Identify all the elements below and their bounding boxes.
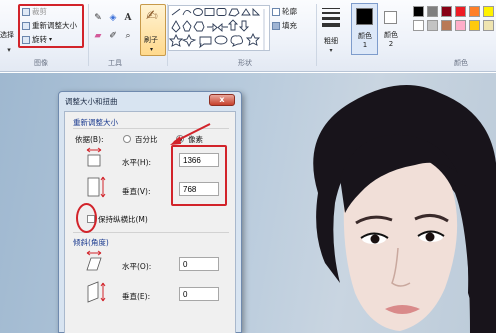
brush-icon: ✍ [146, 8, 158, 24]
percent-radio[interactable] [123, 135, 131, 143]
palette-swatch[interactable] [483, 6, 494, 17]
pentagon-shape-icon [182, 20, 192, 32]
color2-button[interactable]: 颜色 2 [381, 3, 404, 55]
palette-swatch[interactable] [427, 20, 438, 31]
skew-vertical-icon [87, 281, 106, 303]
color2-swatch [384, 11, 397, 24]
rounded-rectangle-shape-icon [216, 8, 227, 16]
skew-vertical-input[interactable] [179, 287, 219, 301]
resize-section-title: 重新调整大小 [73, 118, 118, 127]
outline-button[interactable]: 轮廓 [272, 6, 297, 17]
skew-vertical-label: 垂直(E): [122, 292, 151, 301]
palette-swatch[interactable] [483, 20, 494, 31]
arrow-right-shape-icon [207, 23, 218, 32]
skew-horizontal-icon [86, 250, 102, 271]
arrow-left-shape-icon [217, 23, 228, 32]
arrow-up-shape-icon [227, 19, 239, 31]
divider [73, 232, 229, 233]
color1-swatch [356, 8, 373, 25]
ribbon: 选择 ▾ 裁剪 重新调整大小 旋转 ▾ 图像 ✎ ◈ A ▰ ✐ ⌕ 工具 ✍ … [0, 0, 496, 72]
checkbox-highlight-circle [76, 203, 97, 233]
tools-group-label: 工具 [108, 59, 122, 67]
color1-button[interactable]: 颜色 1 [351, 3, 378, 55]
text-icon[interactable]: A [122, 12, 134, 24]
diamond-shape-icon [171, 20, 181, 33]
curve-shape-icon [182, 10, 192, 16]
shapes-group-label: 形状 [238, 59, 252, 67]
horizontal-resize-icon [86, 147, 102, 167]
star-five-shape-icon [245, 32, 261, 46]
fill-bucket-icon[interactable]: ◈ [107, 12, 119, 24]
callout-oval-shape-icon [214, 35, 228, 45]
fill-icon [272, 21, 280, 30]
divider [88, 4, 89, 66]
right-triangle-shape-icon [252, 7, 261, 16]
chevron-down-icon[interactable]: ▾ [3, 44, 15, 56]
brush-button[interactable]: ✍ 刷子 ▾ [140, 4, 166, 56]
star-four-shape-icon [181, 33, 197, 48]
palette-swatch[interactable] [469, 20, 480, 31]
shapes-icons[interactable] [168, 6, 271, 52]
eraser-icon[interactable]: ▰ [92, 30, 104, 42]
image-group-label: 图像 [34, 59, 48, 67]
chevron-down-icon: ▾ [150, 46, 154, 53]
palette-swatch[interactable] [427, 6, 438, 17]
keep-ratio-label: 保持纵横比(M) [98, 215, 148, 224]
color2-label: 颜色 2 [384, 31, 398, 48]
callout-cloud-shape-icon [230, 35, 243, 47]
palette-swatch[interactable] [441, 20, 452, 31]
palette-swatch[interactable] [413, 20, 424, 31]
fill-button[interactable]: 填充 [272, 20, 297, 31]
resize-highlight-box [18, 4, 84, 48]
polygon-shape-icon [228, 8, 240, 17]
pencil-icon[interactable]: ✎ [92, 12, 104, 24]
callout-rect-shape-icon [199, 36, 212, 49]
triangle-shape-icon [241, 8, 251, 16]
hexagon-shape-icon [193, 21, 205, 32]
color1-label: 颜色 1 [358, 32, 372, 49]
rectangle-shape-icon [204, 8, 215, 16]
shapes-gallery[interactable] [168, 5, 270, 51]
select-button-label[interactable]: 选择 [0, 30, 14, 40]
brush-label: 刷子 [144, 36, 158, 44]
chevron-down-icon[interactable]: ▾ [325, 45, 337, 57]
close-button[interactable]: x [209, 94, 235, 106]
line-shape-icon [171, 8, 181, 16]
skew-horizontal-input[interactable] [179, 257, 219, 271]
dialog-title: 调整大小和扭曲 [65, 97, 118, 106]
oval-shape-icon [193, 8, 203, 16]
star-shape-icon [168, 33, 184, 47]
divider [316, 4, 317, 66]
outline-icon [272, 7, 280, 16]
arrow-down-shape-icon [238, 20, 250, 32]
close-icon: x [219, 95, 225, 104]
color-picker-icon[interactable]: ✐ [107, 30, 119, 42]
skew-section-title: 倾斜(角度) [73, 238, 109, 247]
magnifier-icon[interactable]: ⌕ [122, 30, 134, 42]
horizontal-label: 水平(H): [122, 158, 152, 167]
percent-label: 百分比 [135, 135, 158, 144]
size-icon [322, 8, 340, 27]
vertical-label: 垂直(V): [122, 187, 151, 196]
fill-label: 填充 [282, 21, 297, 30]
colors-group-label: 颜色 [454, 59, 468, 67]
pixels-pointer-arrow [170, 123, 211, 145]
palette-swatch[interactable] [455, 20, 466, 31]
palette-swatch[interactable] [455, 6, 466, 17]
palette-swatch[interactable] [413, 6, 424, 17]
skew-horizontal-label: 水平(O): [122, 262, 152, 271]
dimension-highlight-box [171, 145, 227, 206]
by-label: 依据(B): [75, 135, 104, 144]
palette-swatch[interactable] [469, 6, 480, 17]
palette-swatch[interactable] [441, 6, 452, 17]
outline-label: 轮廓 [282, 7, 297, 16]
vertical-resize-icon [87, 176, 106, 198]
